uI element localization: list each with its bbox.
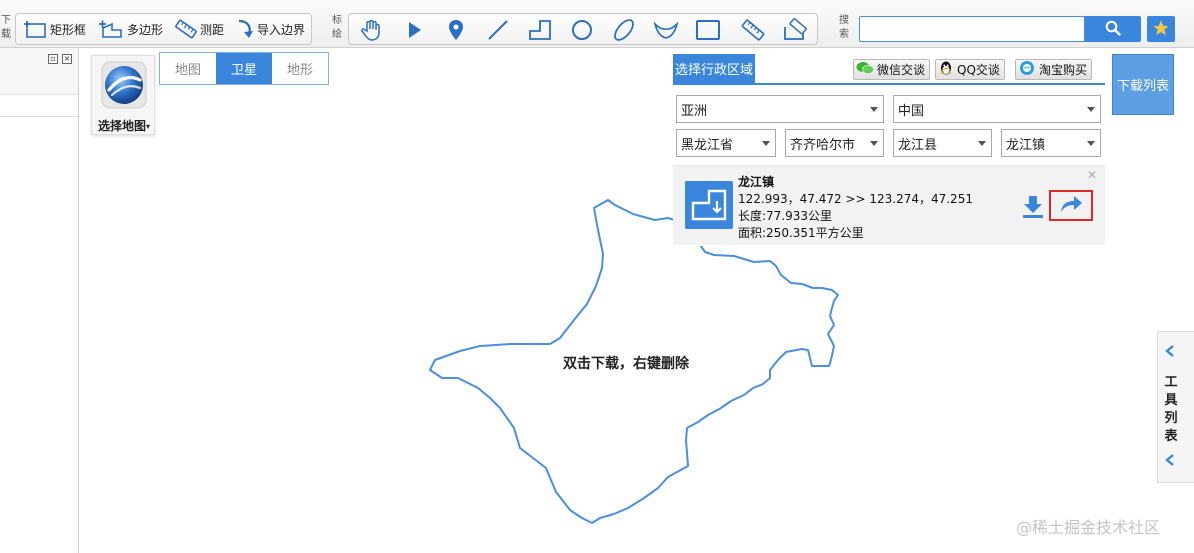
county-select[interactable]: 龙江县 [893,129,992,157]
main-toolbar: 下载 矩形框 多边形 测距 导入边界 标绘 搜 索 [0,0,1194,48]
map-hint-text: 双击下载，右键删除 [563,356,689,372]
polyline-shape-icon[interactable] [527,17,553,43]
map-type-switcher: 地图 卫星 地形 [159,52,329,85]
rectangle-icon[interactable] [695,17,721,43]
search-section-label: 搜索 [839,15,849,40]
favorites-button[interactable] [1147,16,1175,42]
town-select[interactable]: 龙江镇 [1001,129,1101,157]
watermark: @稀土掘金技术社区 [1016,518,1161,537]
region-panel-header: 选择行政区域 微信交谈 QQ交谈 淘宝购买 [673,54,1105,85]
result-area: 面积:250.351平方公里 [738,226,864,240]
province-select[interactable]: 黑龙江省 [676,129,776,157]
result-coordinates: 122.993，47.472 >> 123.274，47.251 [738,192,973,206]
country-select[interactable]: 中国 [893,95,1101,123]
panel-restore-icon[interactable]: ▫ [48,54,58,64]
region-result-card[interactable]: 龙江镇 122.993，47.472 >> 123.274，47.251 长度:… [673,165,1105,245]
ellipse-icon[interactable] [611,17,637,43]
rect-icon [22,18,48,40]
region-panel-title: 选择行政区域 [673,54,755,83]
map-type-map[interactable]: 地图 [160,53,216,84]
search-button[interactable] [1085,16,1141,42]
sector-icon[interactable] [653,17,679,43]
search-icon [1105,20,1121,39]
pan-hand-icon[interactable] [358,17,384,43]
chevron-left-icon[interactable] [1164,453,1176,470]
polygon-icon [97,18,125,40]
chevron-down-icon [1087,141,1095,146]
qq-chat-button[interactable]: QQ交谈 [935,59,1005,80]
chevron-down-icon [870,141,878,146]
tool-list-tab[interactable]: 工具列表 [1157,331,1194,483]
map-pin-icon[interactable] [443,17,469,43]
pointer-arrow-icon[interactable] [401,17,427,43]
city-select[interactable]: 齐齐哈尔市 [785,129,884,157]
chevron-down-icon [978,141,986,146]
map-type-satellite[interactable]: 卫星 [216,53,272,84]
map-picker-button[interactable]: 选择地图▾ [91,55,155,135]
import-boundary-button[interactable]: 导入边界 [235,13,305,45]
chevron-down-icon [762,141,770,146]
download-icon[interactable] [1020,193,1046,219]
panel-close-icon[interactable]: × [62,54,72,64]
share-arrow-icon [1058,194,1084,217]
chevron-down-icon [1087,107,1095,112]
region-shape-icon [685,181,733,229]
taobao-icon [1018,60,1036,79]
wechat-chat-button[interactable]: 微信交谈 [853,59,931,80]
mark-section-label: 标绘 [332,15,342,40]
region-select-panel: 选择行政区域 微信交谈 QQ交谈 淘宝购买 亚洲 中国 黑龙江省 齐齐哈尔市 龙… [673,54,1105,246]
result-length: 长度:77.933公里 [738,209,833,223]
import-arrow-icon [235,18,255,40]
measure-button[interactable]: 测距 [174,13,224,45]
map-type-terrain[interactable]: 地形 [272,53,328,84]
area-measure-icon[interactable] [782,17,808,43]
mark-ruler-icon[interactable] [740,17,766,43]
result-region-name: 龙江镇 [738,175,775,189]
search-input-wrapper[interactable] [859,16,1085,42]
ruler-icon [174,18,198,40]
left-panel-header: ▫ × [0,48,78,95]
share-button[interactable] [1049,190,1093,221]
download-list-button[interactable]: 下载列表 [1112,54,1174,115]
polygon-select-button[interactable]: 多边形 [97,13,163,45]
map-picker-label: 选择地图▾ [97,119,151,133]
download-section-label: 下载 [1,15,11,40]
taobao-buy-button[interactable]: 淘宝购买 [1015,59,1093,80]
qq-penguin-icon [938,60,954,79]
continent-select[interactable]: 亚洲 [676,95,884,123]
search-input[interactable] [860,17,1084,41]
line-icon[interactable] [485,17,511,43]
star-icon [1152,19,1170,40]
tool-list-label: 工具列表 [1164,375,1178,444]
chevron-down-icon [870,107,878,112]
rect-select-button[interactable]: 矩形框 [22,13,86,45]
circle-icon[interactable] [569,17,595,43]
left-panel: ▫ × [0,48,79,553]
wechat-icon [856,61,874,78]
google-earth-icon [100,60,148,115]
close-icon[interactable]: ✕ [1087,168,1097,182]
left-panel-row [0,94,78,117]
chevron-left-icon[interactable] [1164,344,1176,361]
